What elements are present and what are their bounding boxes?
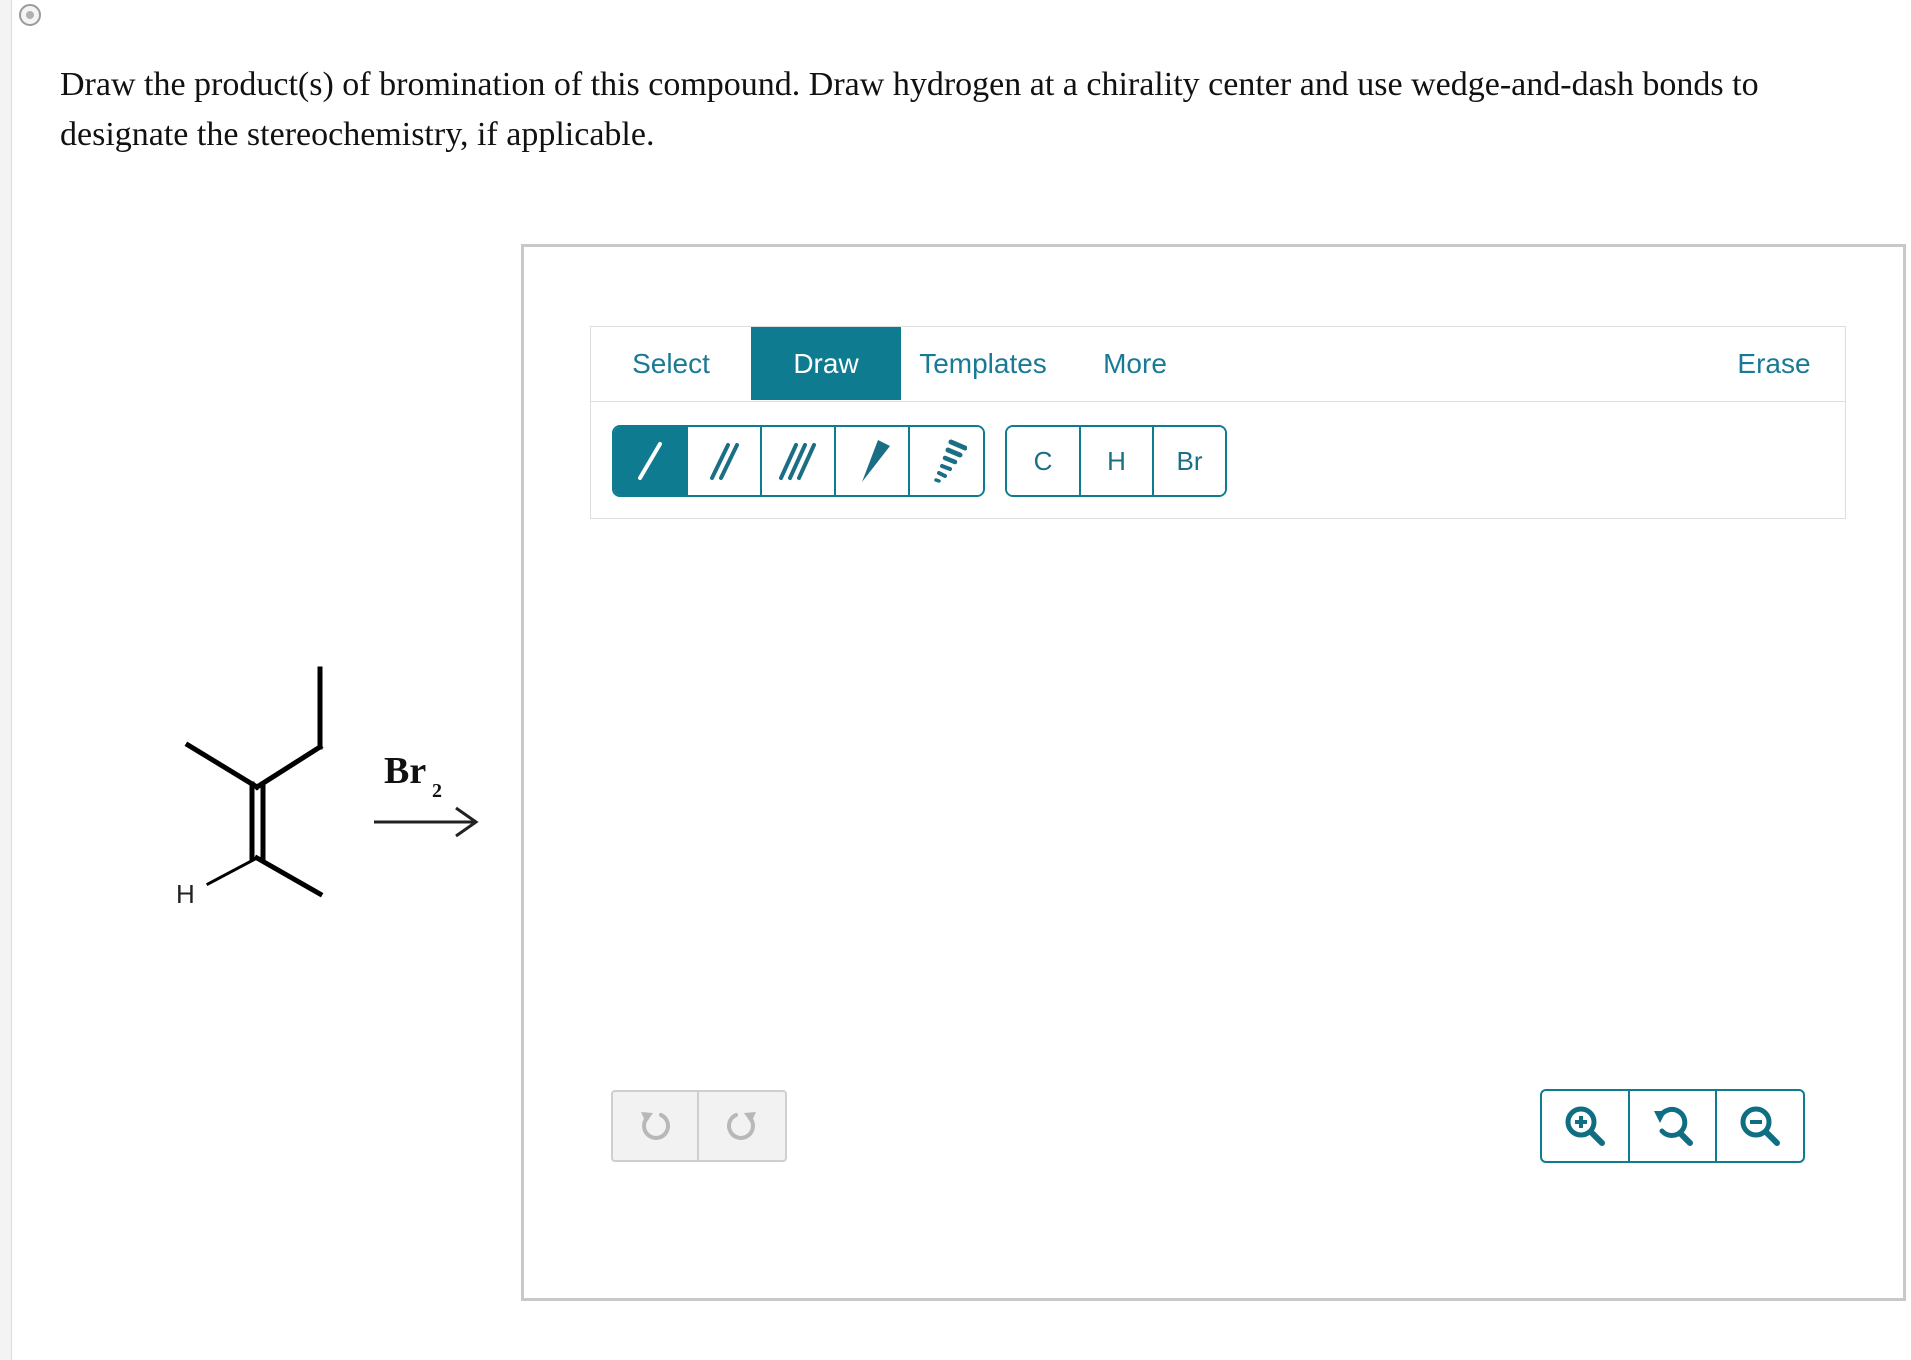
zoom-out-icon	[1740, 1106, 1781, 1146]
reagent-label: Br	[384, 750, 426, 792]
dash-bond-icon	[933, 439, 967, 483]
bond-tools	[612, 425, 985, 497]
zoom-in-icon	[1565, 1106, 1605, 1146]
undo-button[interactable]	[613, 1092, 699, 1160]
question-text: Draw the product(s) of bromination of th…	[60, 66, 1759, 153]
hydrogen-label: H	[176, 879, 195, 909]
left-rail	[0, 0, 12, 1360]
zoom-reset-icon	[1653, 1106, 1693, 1146]
double-bond-button[interactable]	[688, 427, 762, 495]
atom-tools: C H Br	[1005, 425, 1227, 497]
drawing-toolbar: Select Draw Templates More Erase C H Br	[590, 326, 1846, 519]
methyl-bond-right	[253, 854, 324, 898]
question-status-icon	[19, 4, 41, 26]
atom-hydrogen-button[interactable]: H	[1081, 427, 1154, 495]
single-bond-button[interactable]	[614, 427, 688, 495]
tab-draw[interactable]: Draw	[751, 327, 901, 400]
wedge-bond-button[interactable]	[836, 427, 910, 495]
double-bond-icon	[710, 443, 739, 480]
triple-bond-button[interactable]	[762, 427, 836, 495]
hydrogen-bond	[205, 855, 260, 887]
reagent-subscript: 2	[432, 780, 442, 802]
atom-bromine-button[interactable]: Br	[1154, 427, 1225, 495]
zoom-out-button[interactable]	[1717, 1091, 1803, 1161]
zoom-controls	[1540, 1089, 1805, 1163]
redo-button[interactable]	[699, 1092, 785, 1160]
atom-carbon-button[interactable]: C	[1007, 427, 1081, 495]
tab-templates[interactable]: Templates	[901, 327, 1065, 400]
zoom-in-button[interactable]	[1542, 1091, 1630, 1161]
wedge-bond-icon	[862, 440, 890, 482]
ethyl-bond	[253, 743, 324, 791]
single-bond-icon	[638, 442, 662, 480]
erase-button[interactable]: Erase	[1711, 327, 1837, 400]
reaction-arrow	[374, 806, 479, 838]
redo-icon	[727, 1112, 756, 1140]
methyl-bond-left	[184, 741, 261, 791]
dash-bond-button[interactable]	[910, 427, 983, 495]
zoom-reset-button[interactable]	[1630, 1091, 1718, 1161]
tab-more[interactable]: More	[1065, 327, 1205, 400]
triple-bond-icon	[779, 443, 816, 480]
undo-icon	[641, 1112, 670, 1140]
starting-material-structure: H Br 2	[176, 666, 479, 909]
history-controls	[611, 1090, 787, 1162]
tab-select[interactable]: Select	[591, 327, 751, 400]
toolbar-tabs: Select Draw Templates More Erase	[591, 327, 1845, 402]
reaction-scheme: H Br 2	[160, 650, 500, 920]
